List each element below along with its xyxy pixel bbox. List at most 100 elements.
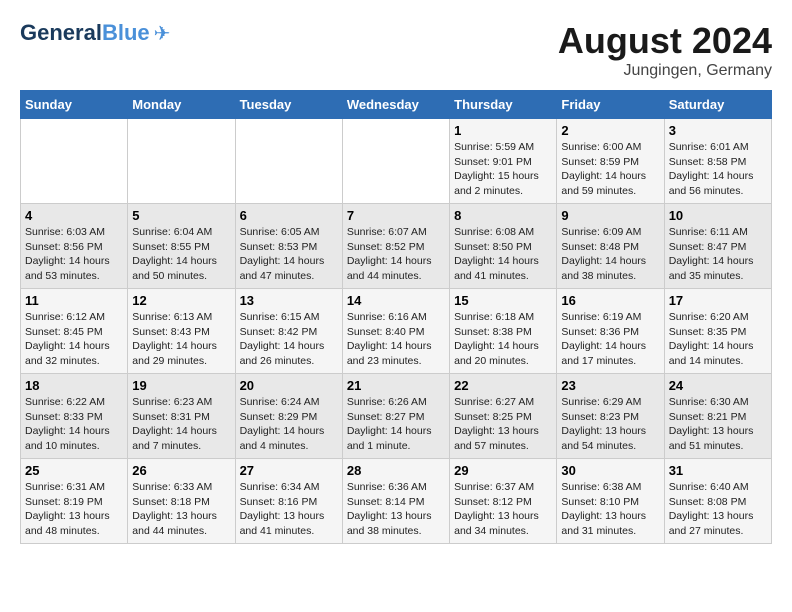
calendar-cell-1-0: 4 Sunrise: 6:03 AMSunset: 8:56 PMDaylight… <box>21 204 128 289</box>
calendar-cell-2-2: 13Sunrise: 6:15 AMSunset: 8:42 PMDayligh… <box>235 289 342 374</box>
day-info: Sunrise: 6:26 AMSunset: 8:27 PMDaylight:… <box>347 395 445 454</box>
day-info: Sunrise: 6:34 AMSunset: 8:16 PMDaylight:… <box>240 480 338 539</box>
day-number: 9 <box>561 208 659 223</box>
day-number: 10 <box>669 208 767 223</box>
calendar-cell-4-0: 25 Sunrise: 6:31 AMSunset: 8:19 PMDayligh… <box>21 459 128 544</box>
day-info: Sunrise: 6:11 AMSunset: 8:47 PMDaylight:… <box>669 225 767 284</box>
header-saturday: Saturday <box>664 91 771 119</box>
day-number: 31 <box>669 463 767 478</box>
calendar-cell-1-6: 10 Sunrise: 6:11 AMSunset: 8:47 PMDayligh… <box>664 204 771 289</box>
day-info: Sunrise: 6:00 AMSunset: 8:59 PMDaylight:… <box>561 140 659 199</box>
calendar-cell-2-6: 17Sunrise: 6:20 AMSunset: 8:35 PMDayligh… <box>664 289 771 374</box>
calendar-cell-2-5: 16 Sunrise: 6:19 AMSunset: 8:36 PMDayligh… <box>557 289 664 374</box>
day-info: Sunrise: 6:38 AMSunset: 8:10 PMDaylight:… <box>561 480 659 539</box>
header-tuesday: Tuesday <box>235 91 342 119</box>
header-monday: Monday <box>128 91 235 119</box>
logo-bird-icon: ✈ <box>154 21 171 46</box>
day-number: 20 <box>240 378 338 393</box>
day-number: 25 <box>25 463 123 478</box>
day-number: 18 <box>25 378 123 393</box>
day-info: Sunrise: 6:31 AMSunset: 8:19 PMDaylight:… <box>25 480 123 539</box>
day-number: 7 <box>347 208 445 223</box>
location-subtitle: Jungingen, Germany <box>558 62 772 80</box>
day-info: Sunrise: 6:40 AMSunset: 8:08 PMDaylight:… <box>669 480 767 539</box>
day-number: 8 <box>454 208 552 223</box>
header-thursday: Thursday <box>450 91 557 119</box>
week-row-5: 25 Sunrise: 6:31 AMSunset: 8:19 PMDayligh… <box>21 459 772 544</box>
day-number: 6 <box>240 208 338 223</box>
day-info: Sunrise: 6:16 AMSunset: 8:40 PMDaylight:… <box>347 310 445 369</box>
calendar-cell-2-1: 12 Sunrise: 6:13 AMSunset: 8:43 PMDayligh… <box>128 289 235 374</box>
calendar-cell-0-0 <box>21 119 128 204</box>
calendar-cell-3-6: 24 Sunrise: 6:30 AMSunset: 8:21 PMDayligh… <box>664 374 771 459</box>
month-year-title: August 2024 <box>558 20 772 62</box>
day-number: 16 <box>561 293 659 308</box>
day-number: 5 <box>132 208 230 223</box>
day-number: 27 <box>240 463 338 478</box>
header-sunday: Sunday <box>21 91 128 119</box>
calendar-cell-0-3 <box>342 119 449 204</box>
calendar-cell-3-3: 21 Sunrise: 6:26 AMSunset: 8:27 PMDayligh… <box>342 374 449 459</box>
day-number: 22 <box>454 378 552 393</box>
day-info: Sunrise: 6:18 AMSunset: 8:38 PMDaylight:… <box>454 310 552 369</box>
day-number: 2 <box>561 123 659 138</box>
header-wednesday: Wednesday <box>342 91 449 119</box>
page-header: GeneralBlue ✈ August 2024 Jungingen, Ger… <box>20 20 772 80</box>
header-friday: Friday <box>557 91 664 119</box>
day-info: Sunrise: 6:22 AMSunset: 8:33 PMDaylight:… <box>25 395 123 454</box>
day-number: 4 <box>25 208 123 223</box>
day-number: 28 <box>347 463 445 478</box>
calendar-cell-0-4: 1 Sunrise: 5:59 AMSunset: 9:01 PMDaylight… <box>450 119 557 204</box>
day-number: 26 <box>132 463 230 478</box>
calendar-table: Sunday Monday Tuesday Wednesday Thursday… <box>20 90 772 544</box>
day-info: Sunrise: 6:04 AMSunset: 8:55 PMDaylight:… <box>132 225 230 284</box>
day-info: Sunrise: 6:27 AMSunset: 8:25 PMDaylight:… <box>454 395 552 454</box>
calendar-cell-2-3: 14 Sunrise: 6:16 AMSunset: 8:40 PMDayligh… <box>342 289 449 374</box>
day-info: Sunrise: 6:12 AMSunset: 8:45 PMDaylight:… <box>25 310 123 369</box>
calendar-cell-1-1: 5 Sunrise: 6:04 AMSunset: 8:55 PMDaylight… <box>128 204 235 289</box>
day-info: Sunrise: 5:59 AMSunset: 9:01 PMDaylight:… <box>454 140 552 199</box>
day-number: 21 <box>347 378 445 393</box>
day-number: 12 <box>132 293 230 308</box>
day-number: 30 <box>561 463 659 478</box>
day-info: Sunrise: 6:19 AMSunset: 8:36 PMDaylight:… <box>561 310 659 369</box>
day-number: 14 <box>347 293 445 308</box>
day-number: 1 <box>454 123 552 138</box>
calendar-cell-0-1 <box>128 119 235 204</box>
calendar-cell-3-0: 18 Sunrise: 6:22 AMSunset: 8:33 PMDayligh… <box>21 374 128 459</box>
day-number: 29 <box>454 463 552 478</box>
day-info: Sunrise: 6:29 AMSunset: 8:23 PMDaylight:… <box>561 395 659 454</box>
calendar-cell-4-4: 29 Sunrise: 6:37 AMSunset: 8:12 PMDayligh… <box>450 459 557 544</box>
day-number: 11 <box>25 293 123 308</box>
day-info: Sunrise: 6:30 AMSunset: 8:21 PMDaylight:… <box>669 395 767 454</box>
calendar-cell-0-6: 3Sunrise: 6:01 AMSunset: 8:58 PMDaylight… <box>664 119 771 204</box>
calendar-cell-1-5: 9Sunrise: 6:09 AMSunset: 8:48 PMDaylight… <box>557 204 664 289</box>
day-info: Sunrise: 6:37 AMSunset: 8:12 PMDaylight:… <box>454 480 552 539</box>
day-info: Sunrise: 6:15 AMSunset: 8:42 PMDaylight:… <box>240 310 338 369</box>
day-info: Sunrise: 6:08 AMSunset: 8:50 PMDaylight:… <box>454 225 552 284</box>
day-info: Sunrise: 6:07 AMSunset: 8:52 PMDaylight:… <box>347 225 445 284</box>
calendar-cell-4-1: 26Sunrise: 6:33 AMSunset: 8:18 PMDayligh… <box>128 459 235 544</box>
day-info: Sunrise: 6:03 AMSunset: 8:56 PMDaylight:… <box>25 225 123 284</box>
day-info: Sunrise: 6:23 AMSunset: 8:31 PMDaylight:… <box>132 395 230 454</box>
calendar-cell-0-2 <box>235 119 342 204</box>
day-info: Sunrise: 6:24 AMSunset: 8:29 PMDaylight:… <box>240 395 338 454</box>
title-block: August 2024 Jungingen, Germany <box>558 20 772 80</box>
calendar-header-row: Sunday Monday Tuesday Wednesday Thursday… <box>21 91 772 119</box>
day-number: 15 <box>454 293 552 308</box>
calendar-cell-2-0: 11 Sunrise: 6:12 AMSunset: 8:45 PMDayligh… <box>21 289 128 374</box>
calendar-cell-1-3: 7 Sunrise: 6:07 AMSunset: 8:52 PMDaylight… <box>342 204 449 289</box>
calendar-cell-3-5: 23Sunrise: 6:29 AMSunset: 8:23 PMDayligh… <box>557 374 664 459</box>
week-row-4: 18 Sunrise: 6:22 AMSunset: 8:33 PMDayligh… <box>21 374 772 459</box>
calendar-cell-4-2: 27 Sunrise: 6:34 AMSunset: 8:16 PMDayligh… <box>235 459 342 544</box>
logo-text: GeneralBlue <box>20 20 150 46</box>
logo: GeneralBlue ✈ <box>20 20 170 46</box>
day-info: Sunrise: 6:36 AMSunset: 8:14 PMDaylight:… <box>347 480 445 539</box>
day-info: Sunrise: 6:13 AMSunset: 8:43 PMDaylight:… <box>132 310 230 369</box>
calendar-cell-4-5: 30 Sunrise: 6:38 AMSunset: 8:10 PMDayligh… <box>557 459 664 544</box>
day-number: 24 <box>669 378 767 393</box>
calendar-cell-1-4: 8 Sunrise: 6:08 AMSunset: 8:50 PMDaylight… <box>450 204 557 289</box>
calendar-cell-2-4: 15 Sunrise: 6:18 AMSunset: 8:38 PMDayligh… <box>450 289 557 374</box>
calendar-cell-3-1: 19Sunrise: 6:23 AMSunset: 8:31 PMDayligh… <box>128 374 235 459</box>
week-row-3: 11 Sunrise: 6:12 AMSunset: 8:45 PMDayligh… <box>21 289 772 374</box>
